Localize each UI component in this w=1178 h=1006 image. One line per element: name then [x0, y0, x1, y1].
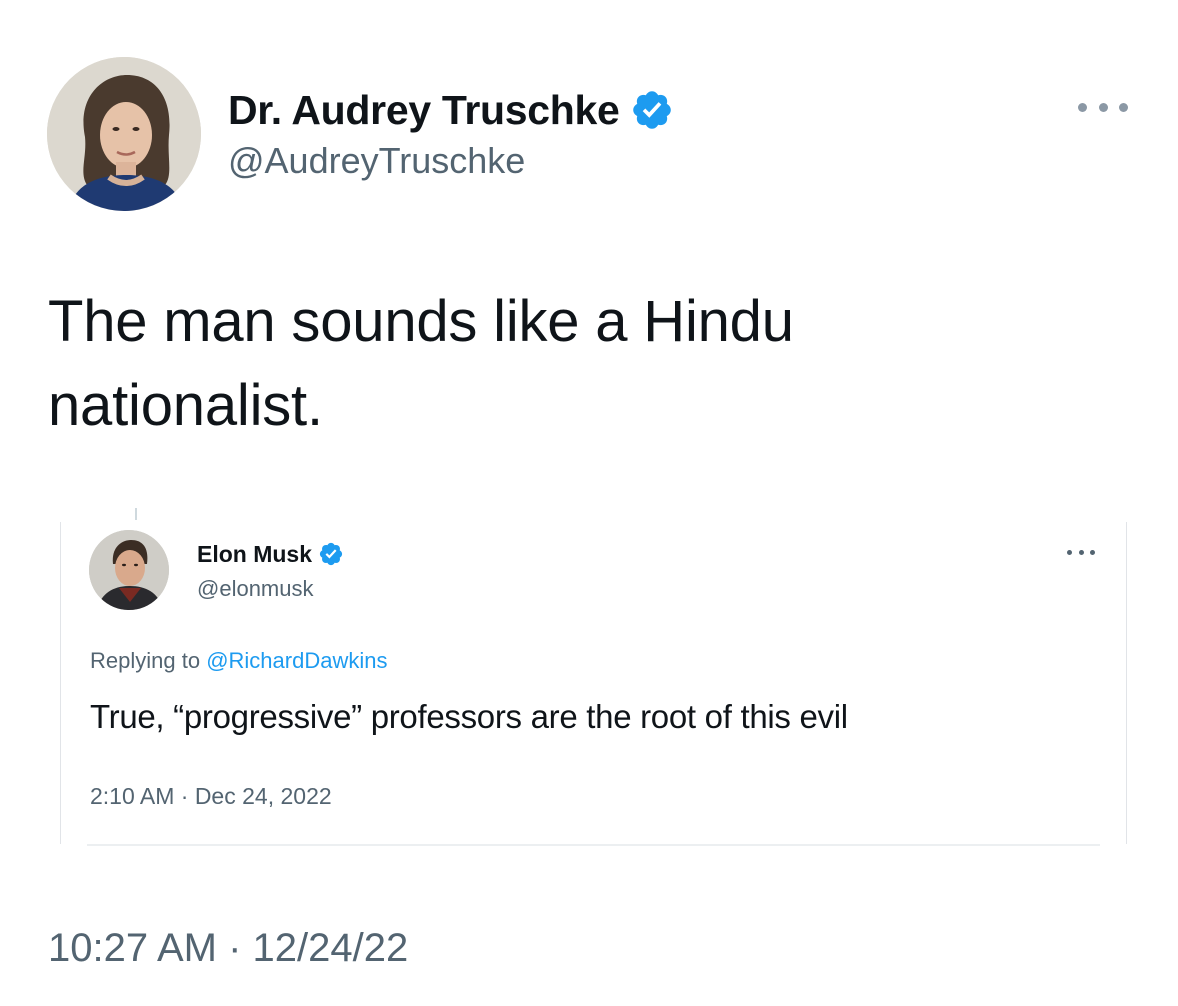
- verified-badge-icon: [632, 91, 671, 129]
- author-name[interactable]: Dr. Audrey Truschke: [228, 87, 620, 134]
- quoted-author-name[interactable]: Elon Musk: [197, 541, 312, 568]
- verified-badge-icon: [319, 542, 343, 566]
- divider: [87, 844, 1100, 846]
- quoted-tweet-timestamp[interactable]: 2:10 AM · Dec 24, 2022: [90, 783, 332, 810]
- dot: [1067, 549, 1072, 555]
- author-handle[interactable]: @AudreyTruschke: [228, 140, 525, 182]
- dot: [1078, 549, 1084, 555]
- more-options-icon[interactable]: [1078, 92, 1128, 122]
- dot: [1098, 102, 1108, 112]
- quoted-tweet-text: True, “progressive” professors are the r…: [90, 698, 848, 735]
- tweet-timestamp[interactable]: 10:27 AM · 12/24/22: [48, 926, 408, 971]
- avatar-photo: [89, 530, 169, 610]
- author-name-row: Dr. Audrey Truschke: [228, 84, 674, 136]
- quoted-author-handle[interactable]: @elonmusk: [197, 576, 314, 602]
- divider: [135, 508, 137, 520]
- quoted-author-name-row: Elon Musk: [197, 538, 344, 570]
- quoted-author-avatar[interactable]: [89, 530, 169, 610]
- replying-to-mention-link[interactable]: @RichardDawkins: [206, 648, 387, 673]
- replying-label: Replying to: [90, 648, 201, 673]
- dot: [1078, 102, 1087, 112]
- replying-to-line: Replying to @RichardDawkins: [90, 648, 387, 674]
- tweet-text: The man sounds like a Hindu nationalist.: [48, 289, 794, 438]
- avatar-photo: [47, 57, 201, 211]
- author-avatar[interactable]: [47, 57, 201, 211]
- dot: [1119, 102, 1128, 112]
- quoted-tweet-card[interactable]: Elon Musk @elonmusk Replying to @Richard…: [60, 508, 1127, 846]
- quoted-more-options-icon[interactable]: [1067, 544, 1095, 560]
- dot: [1090, 549, 1095, 555]
